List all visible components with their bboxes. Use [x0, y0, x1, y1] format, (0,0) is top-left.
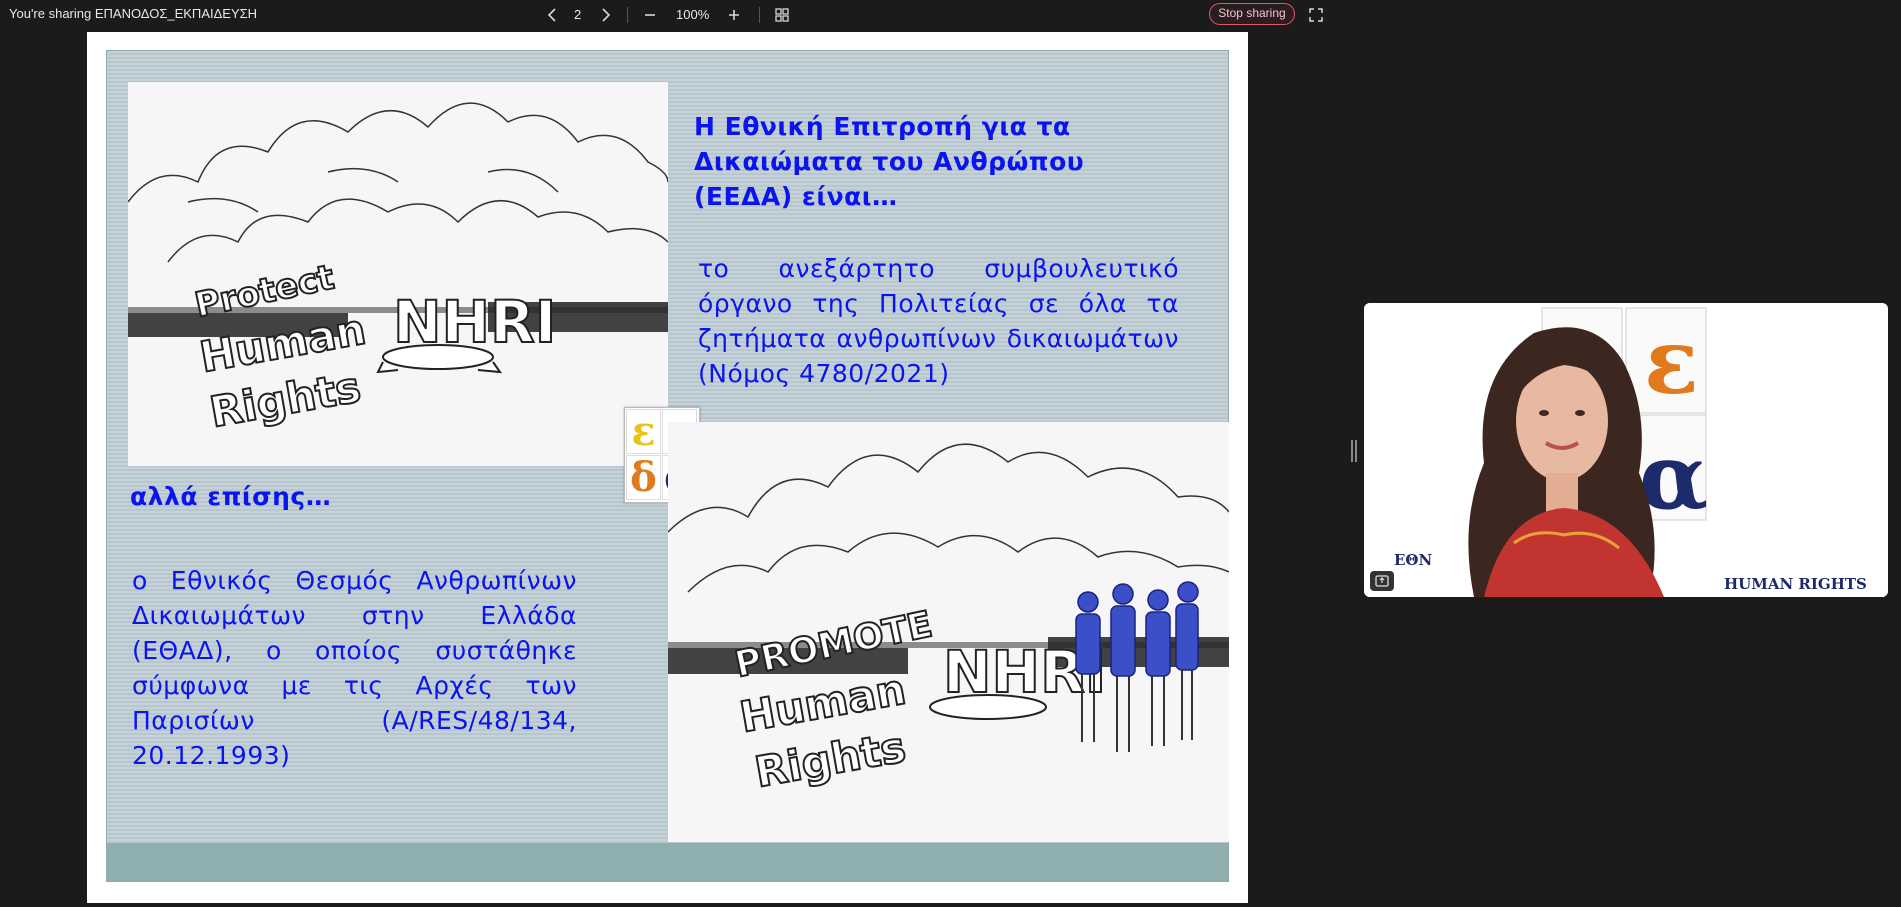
slide-body-top: το ανεξάρτητο συμβουλευτικό όργανο της Π…: [698, 254, 1179, 388]
zoom-level: 100%: [676, 7, 710, 22]
share-toolbar: You're sharing ΕΠΑΝΟΔΟΣ_ΕΚΠΑΙΔΕΥΣΗ 2 100…: [0, 0, 1901, 30]
toolbar-divider: [759, 7, 760, 23]
stop-sharing-button[interactable]: Stop sharing: [1209, 3, 1295, 25]
presentation-slide-frame: Protect Human Rights NHRI Η Εθνική Επιτρ…: [87, 32, 1248, 903]
protect-human-rights-illustration: Protect Human Rights NHRI: [128, 82, 668, 466]
webcam-preview: ε α ΕΘΝ Α ΤΟΥ ΑΝΘΡΩΠΟΥ HUMAN RIGHTS: [1364, 303, 1888, 597]
logo-letter: δ: [626, 455, 661, 500]
zoom-in-icon[interactable]: [724, 5, 744, 25]
toolbar-divider: [627, 7, 628, 23]
slide-heading-bottom: αλλά επίσης…: [130, 482, 332, 511]
zoom-out-icon[interactable]: [640, 5, 660, 25]
promote-human-rights-illustration: PROMOTE Human Rights NHRI: [668, 422, 1229, 842]
webcam-wall-text-line2: HUMAN RIGHTS: [1724, 575, 1867, 593]
share-status-title: You're sharing ΕΠΑΝΟΔΟΣ_ΕΚΠΑΙΔΕΥΣΗ: [9, 6, 258, 21]
screenshot-icon: [1375, 575, 1389, 587]
chevron-right-icon[interactable]: [595, 5, 615, 25]
slide-footer-bar: [107, 843, 1228, 881]
grid-view-icon[interactable]: [772, 5, 792, 25]
camera-options-button[interactable]: [1370, 571, 1394, 591]
presentation-slide: Protect Human Rights NHRI Η Εθνική Επιτρ…: [106, 50, 1229, 882]
webcam-logo-letter: ε: [1644, 309, 1699, 415]
page-number[interactable]: 2: [574, 7, 581, 22]
panel-resize-handle[interactable]: [1351, 440, 1357, 462]
webcam-video-feed: ε α ΕΘΝ Α ΤΟΥ ΑΝΘΡΩΠΟΥ HUMAN RIGHTS: [1364, 303, 1888, 597]
slide-body-bottom: ο Εθνικός Θεσμός Ανθρωπίνων Δικαιωμάτων …: [132, 566, 577, 770]
fullscreen-icon[interactable]: [1306, 5, 1326, 25]
chevron-left-icon[interactable]: [543, 5, 563, 25]
logo-letter: ε: [626, 409, 661, 454]
slide-heading-top: Η Εθνική Επιτροπή για τα Δικαιώματα του …: [694, 112, 1085, 211]
